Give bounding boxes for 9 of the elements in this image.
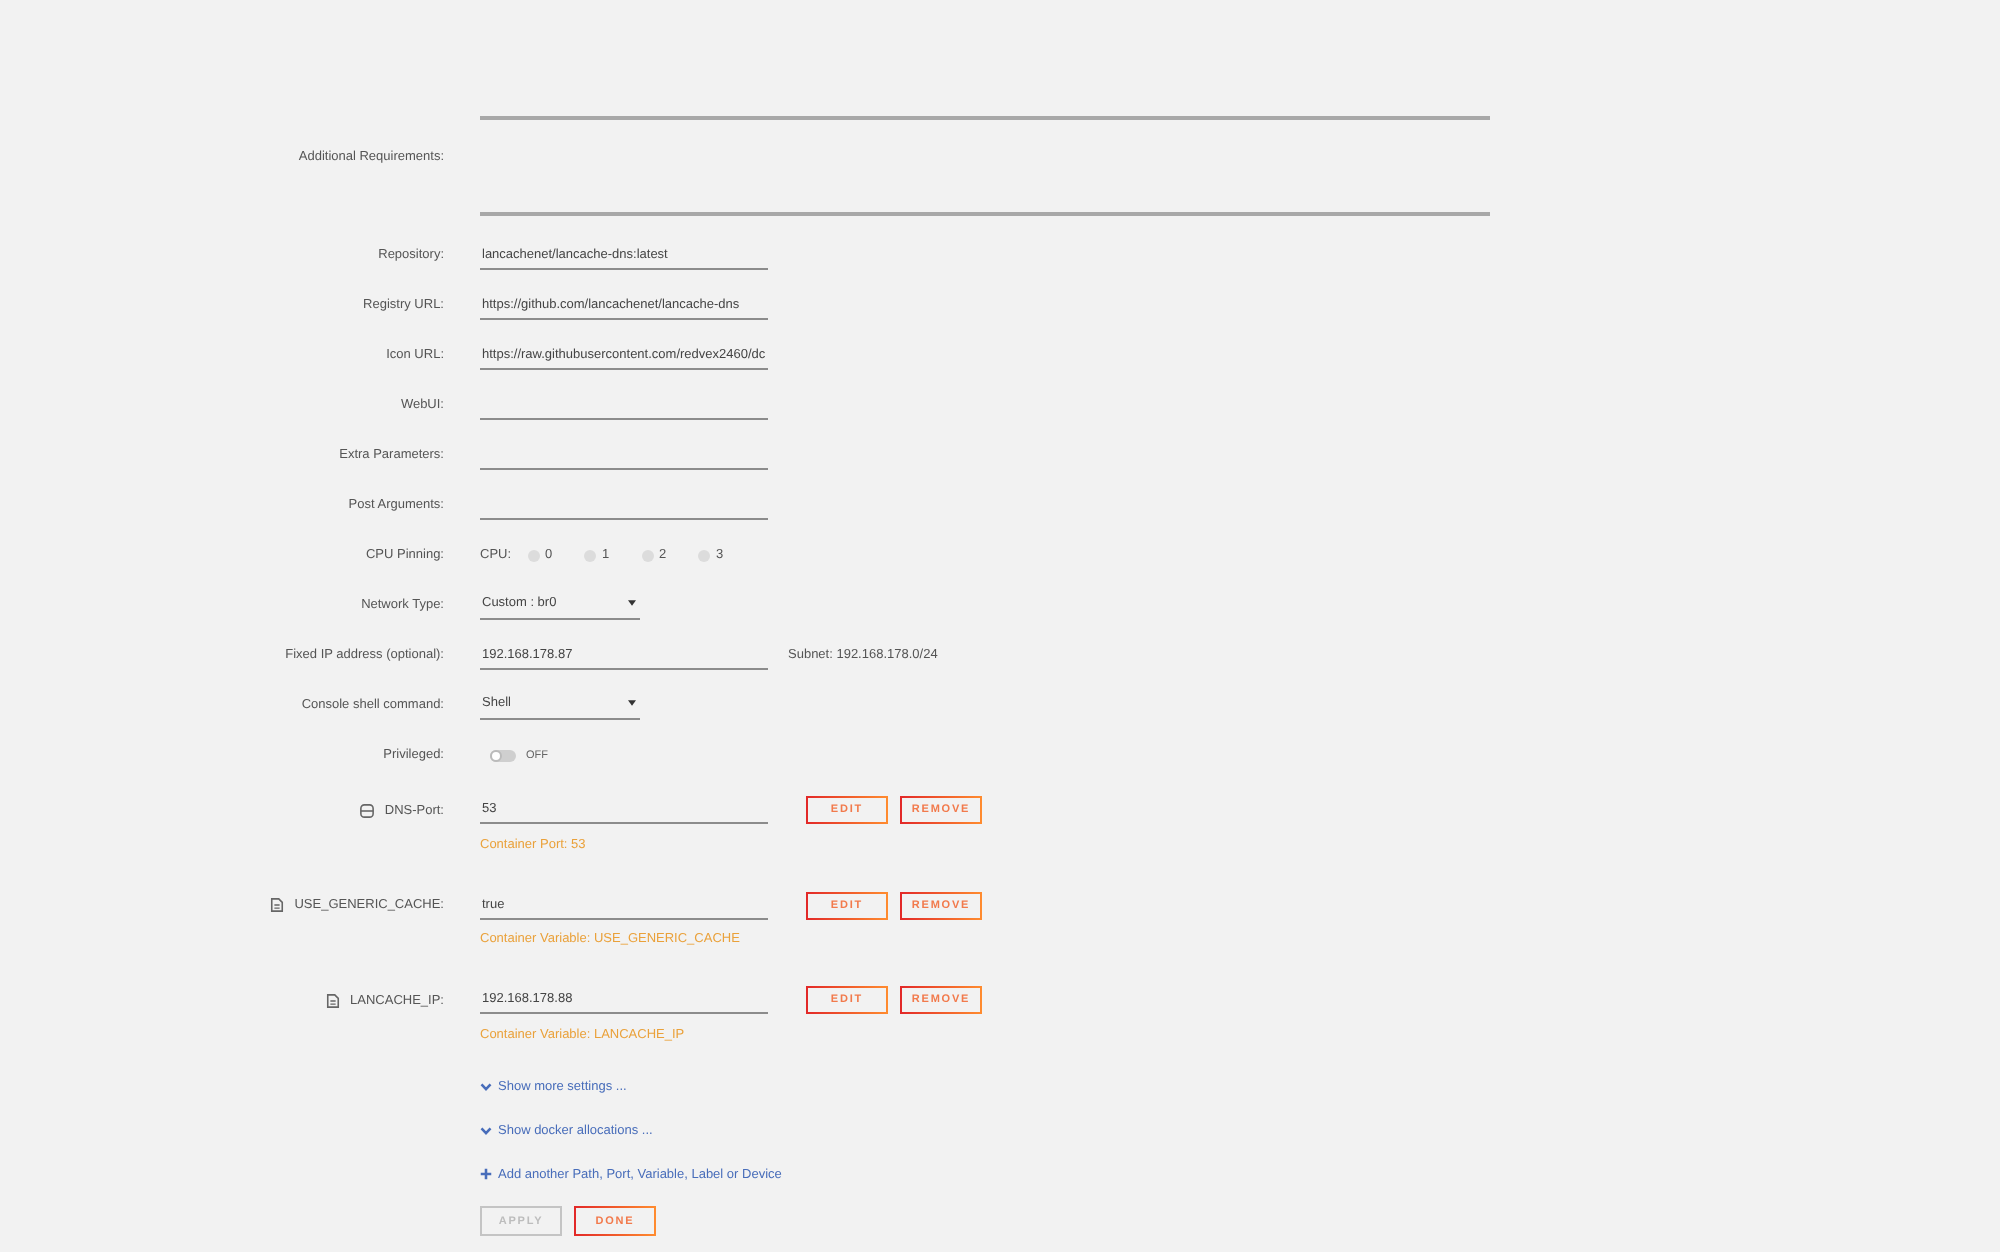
toggle-switch[interactable] — [490, 749, 516, 761]
document-icon — [326, 993, 341, 1007]
document-icon — [270, 898, 285, 912]
caret-icon — [628, 700, 636, 706]
plus-icon — [480, 1168, 492, 1180]
chevron-down-icon — [480, 1081, 492, 1091]
chevron-down-icon — [480, 1125, 492, 1135]
port-icon — [360, 803, 375, 817]
caret-icon — [628, 600, 636, 606]
